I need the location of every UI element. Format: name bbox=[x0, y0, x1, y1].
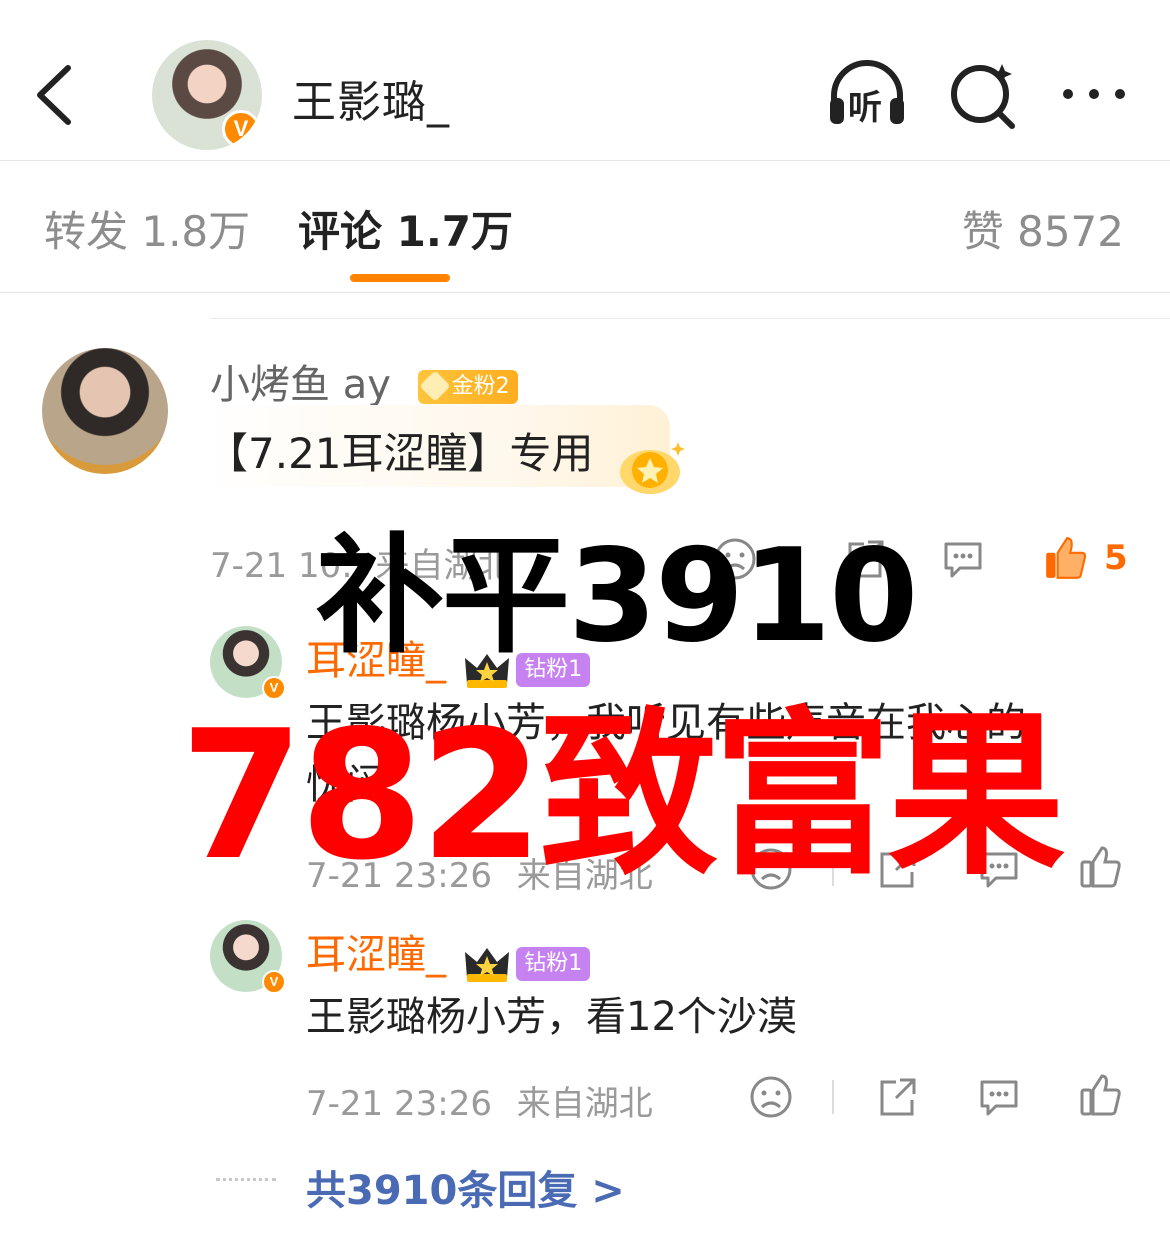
comment-bubble-icon[interactable] bbox=[976, 1074, 1022, 1120]
commenter-avatar[interactable] bbox=[42, 348, 168, 474]
verified-v-icon: V bbox=[262, 970, 286, 994]
reply-username[interactable]: 耳涩瞳_ bbox=[306, 932, 446, 978]
tabs-divider bbox=[0, 292, 1170, 293]
comment-user-row: 小烤鱼 ay 金粉2 bbox=[210, 352, 518, 410]
thumbs-up-icon[interactable] bbox=[1078, 844, 1124, 890]
more-replies-link[interactable]: 共3910条回复 > bbox=[306, 1158, 625, 1216]
active-tab-indicator bbox=[350, 274, 450, 282]
crown-icon bbox=[465, 947, 510, 982]
replies-dotted-line bbox=[216, 1178, 276, 1185]
comment-top-divider bbox=[210, 318, 1170, 319]
gold-fan-badge: 金粉2 bbox=[417, 370, 518, 404]
comment-text: 【7.21耳涩瞳】专用 bbox=[206, 429, 594, 478]
reply-text: 王影璐杨小芳，看12个沙漠 bbox=[306, 994, 797, 1040]
tab-comment[interactable]: 评论 1.7万 bbox=[298, 198, 513, 259]
comment-username[interactable]: 小烤鱼 ay bbox=[210, 362, 391, 408]
comment-like-count: 5 bbox=[1104, 538, 1128, 578]
verified-v-icon: V bbox=[222, 110, 260, 148]
dislike-face-icon[interactable] bbox=[748, 1074, 794, 1120]
tab-repost[interactable]: 转发 1.8万 bbox=[44, 198, 250, 259]
overlay-text-black: 补平3910 bbox=[316, 522, 918, 671]
search-button[interactable] bbox=[946, 58, 1028, 130]
listen-label: 听 bbox=[848, 88, 882, 128]
overlay-text-red: 782致富果 bbox=[180, 692, 1066, 899]
page-title: 王影璐_ bbox=[292, 77, 450, 128]
diamond-fan-badge: 钻粉1 bbox=[516, 946, 591, 981]
header-divider bbox=[0, 160, 1170, 161]
more-options-button[interactable] bbox=[1058, 58, 1140, 130]
gem-icon bbox=[419, 370, 451, 402]
reply-avatar[interactable]: V bbox=[210, 920, 286, 994]
comment-bubble-icon[interactable] bbox=[940, 536, 986, 582]
more-dots-icon bbox=[1063, 89, 1125, 99]
reply-time: 7-21 23:26 bbox=[306, 1084, 492, 1124]
chevron-left-icon bbox=[37, 65, 71, 125]
listen-button[interactable]: 听 bbox=[826, 58, 908, 130]
back-button[interactable] bbox=[30, 60, 80, 130]
reply-meta: 7-21 23:26 来自湖北 bbox=[306, 1076, 653, 1125]
action-separator bbox=[832, 1080, 834, 1114]
reply-user-row: 耳涩瞳_ 钻粉1 bbox=[306, 922, 591, 984]
reply-location: 来自湖北 bbox=[516, 1084, 653, 1124]
search-sparkle-icon bbox=[951, 64, 1015, 129]
share-icon[interactable] bbox=[874, 1074, 920, 1120]
gold-fan-badge-label: 金粉2 bbox=[451, 374, 510, 399]
tab-like[interactable]: 赞 8572 bbox=[962, 198, 1124, 259]
thumbs-up-icon[interactable] bbox=[1078, 1072, 1124, 1118]
gold-medal-icon bbox=[620, 442, 685, 494]
author-avatar[interactable]: V bbox=[152, 40, 262, 150]
thumbs-up-active-icon[interactable] bbox=[1042, 534, 1090, 582]
